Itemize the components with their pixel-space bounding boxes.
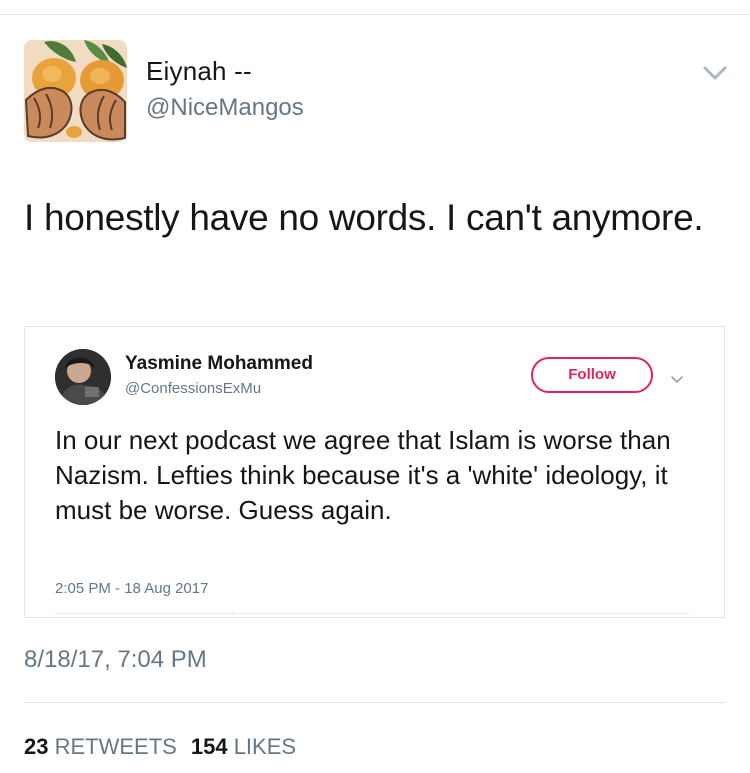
chevron-down-icon[interactable] (671, 371, 683, 383)
quoted-author-name[interactable]: Yasmine Mohammed (125, 353, 313, 375)
quoted-tweet-text: In our next podcast we agree that Islam … (55, 425, 671, 525)
retweets-stat[interactable]: 23 RETWEETS (24, 734, 177, 759)
portrait-illustration (55, 349, 111, 405)
follow-button[interactable]: Follow (531, 357, 653, 393)
author-name[interactable]: Eiynah -- (146, 56, 252, 87)
tweet-date[interactable]: 8/18/17, 7:04 PM (24, 646, 207, 674)
quoted-tweet-card[interactable]: Yasmine Mohammed @ConfessionsExMu Follow… (24, 326, 725, 618)
author-avatar[interactable] (24, 40, 127, 142)
stats-divider (24, 702, 726, 703)
quoted-bottom-divider-tick (233, 610, 234, 614)
tweet-text: I honestly have no words. I can't anymor… (24, 197, 704, 238)
likes-count: 154 (190, 734, 228, 759)
quoted-bottom-divider (55, 613, 689, 614)
retweets-label: RETWEETS (54, 734, 177, 759)
author-handle[interactable]: @NiceMangos (146, 94, 304, 122)
likes-label: LIKES (233, 734, 297, 759)
quoted-tweet-timestamp[interactable]: 2:05 PM - 18 Aug 2017 (55, 580, 208, 597)
mango-hands-illustration (24, 40, 127, 142)
top-divider (0, 14, 750, 15)
chevron-down-icon[interactable] (702, 64, 728, 82)
retweets-count: 23 (24, 734, 49, 759)
tweet-stats: 23 RETWEETS 154 LIKES (24, 734, 296, 760)
quoted-author-avatar[interactable] (55, 349, 111, 405)
likes-stat[interactable]: 154 LIKES (191, 734, 296, 759)
quoted-author-handle[interactable]: @ConfessionsExMu (125, 380, 261, 397)
